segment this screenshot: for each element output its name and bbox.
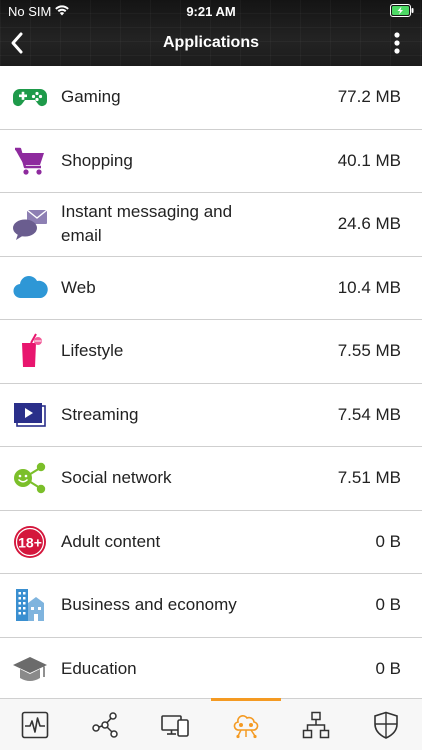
page-title: Applications xyxy=(162,34,259,51)
shield-icon xyxy=(374,711,398,739)
app-data-usage: 7.54 MB xyxy=(337,404,401,424)
status-bar: No SIM 9:21 AM xyxy=(0,0,422,22)
activity-monitor-icon xyxy=(21,711,49,739)
app-data-usage: 24.6 MB xyxy=(337,214,401,234)
drink-icon xyxy=(22,333,42,368)
active-tab-indicator xyxy=(211,698,281,701)
status-time: 9:21 AM xyxy=(186,4,236,19)
social-share-icon xyxy=(14,463,46,494)
list-item-education[interactable]: Education 0 B xyxy=(0,638,422,701)
app-data-usage: 10.4 MB xyxy=(337,277,401,297)
graduation-cap-icon xyxy=(13,656,47,681)
applications-icon xyxy=(233,715,259,739)
shopping-cart-icon xyxy=(15,147,44,175)
topology-icon xyxy=(302,711,330,739)
app-data-usage: 0 B xyxy=(375,595,401,615)
tab-applications[interactable] xyxy=(211,698,281,750)
list-item-lifestyle[interactable]: Lifestyle 7.55 MB xyxy=(0,320,422,384)
app-data-usage: 7.55 MB xyxy=(337,341,401,361)
video-play-icon xyxy=(14,402,46,427)
adult-icon-text: 18+ xyxy=(18,534,42,550)
app-category-label: Web xyxy=(61,277,96,297)
app-category-label: Social network xyxy=(61,468,172,488)
buildings-icon xyxy=(16,589,44,622)
list-item-business[interactable]: Business and economy 0 B xyxy=(0,574,422,638)
app-category-label: Business and economy xyxy=(61,595,237,615)
app-data-usage: 77.2 MB xyxy=(337,87,401,107)
list-item-instant-messaging[interactable]: Instant messaging and email 24.6 MB xyxy=(0,193,422,257)
more-vertical-icon xyxy=(394,32,400,54)
tab-security[interactable] xyxy=(351,699,421,750)
app-data-usage: 0 B xyxy=(375,531,401,551)
adult-18-icon: 18+ xyxy=(14,525,46,558)
cloud-icon xyxy=(13,275,48,298)
app-category-label: Streaming xyxy=(61,404,139,424)
app-header: No SIM 9:21 AM Applications xyxy=(0,0,422,66)
app-category-label: Education xyxy=(61,658,137,678)
applications-list: Gaming 77.2 MB Shopping 40.1 MB Instant … xyxy=(0,66,422,701)
bottom-tab-bar xyxy=(0,698,422,750)
tab-network[interactable] xyxy=(70,699,140,750)
app-data-usage: 40.1 MB xyxy=(337,150,401,170)
network-nodes-icon xyxy=(92,712,118,738)
battery-charging-icon xyxy=(390,4,414,17)
list-item-adult-content[interactable]: 18+ Adult content 0 B xyxy=(0,511,422,574)
app-category-label: Lifestyle xyxy=(61,341,124,361)
chat-mail-icon xyxy=(13,209,48,241)
app-data-usage: 0 B xyxy=(375,658,401,678)
app-data-usage: 7.51 MB xyxy=(337,468,401,488)
gamepad-icon xyxy=(13,89,47,107)
app-category-label: Gaming xyxy=(61,87,121,107)
list-item-shopping[interactable]: Shopping 40.1 MB xyxy=(0,130,422,193)
list-item-social-network[interactable]: Social network 7.51 MB xyxy=(0,447,422,511)
list-item-gaming[interactable]: Gaming 77.2 MB xyxy=(0,66,422,130)
list-item-web[interactable]: Web 10.4 MB xyxy=(0,257,422,320)
app-category-label: Adult content xyxy=(61,531,161,551)
devices-icon xyxy=(161,715,189,737)
more-menu-button[interactable] xyxy=(390,30,404,56)
app-category-label: Instant messaging and email xyxy=(61,202,233,246)
tab-devices[interactable] xyxy=(140,699,210,750)
tab-topology[interactable] xyxy=(281,699,351,750)
app-category-label: Shopping xyxy=(61,150,133,170)
tab-activity[interactable] xyxy=(0,699,70,750)
list-item-streaming[interactable]: Streaming 7.54 MB xyxy=(0,384,422,447)
